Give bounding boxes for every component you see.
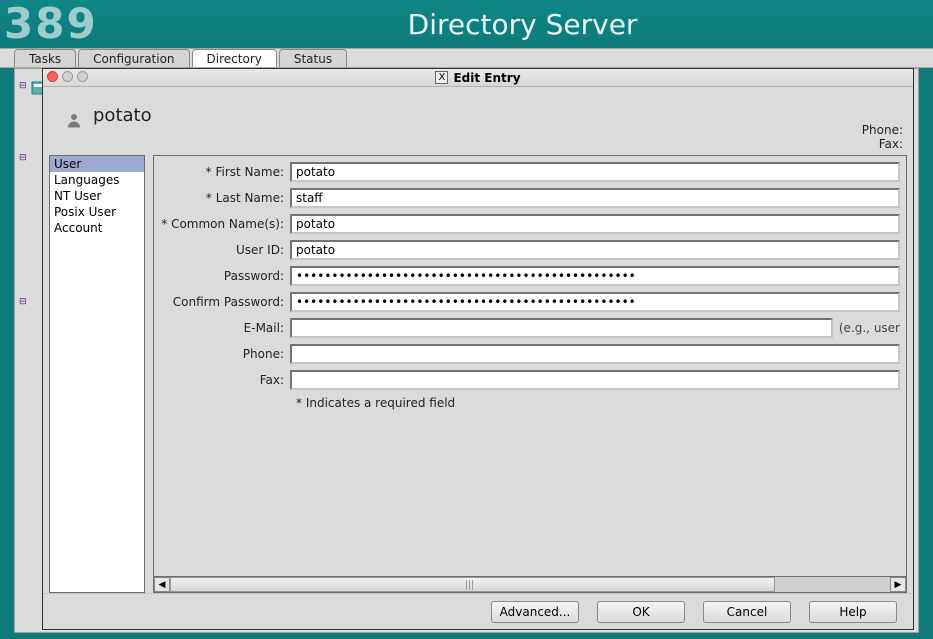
help-button[interactable]: Help: [809, 601, 897, 623]
brand-title: Directory Server: [408, 8, 638, 41]
tree-expand-icon[interactable]: ⊟: [19, 297, 33, 311]
window-zoom-button[interactable]: [77, 71, 88, 82]
tab-tasks[interactable]: Tasks: [14, 49, 76, 67]
category-languages[interactable]: Languages: [50, 172, 144, 188]
edit-entry-dialog: X Edit Entry potato Phone: Fax: User Lan…: [42, 68, 914, 630]
ok-button[interactable]: OK: [597, 601, 685, 623]
dialog-buttons: Advanced... OK Cancel Help: [43, 593, 913, 629]
entry-name: potato: [93, 105, 152, 126]
tab-configuration[interactable]: Configuration: [78, 49, 189, 67]
advanced-button[interactable]: Advanced...: [491, 601, 579, 623]
email-field[interactable]: [290, 318, 833, 338]
brand-logo: 389: [4, 3, 98, 45]
label-phone: Phone:: [160, 347, 290, 361]
category-list: User Languages NT User Posix User Accoun…: [49, 155, 145, 593]
header-phone-label: Phone:: [862, 123, 903, 137]
scroll-right-icon[interactable]: ▶: [890, 577, 906, 592]
tree-expand-icon[interactable]: ⊟: [19, 153, 33, 167]
label-last-name: * Last Name:: [160, 191, 290, 205]
tab-directory[interactable]: Directory: [192, 49, 277, 67]
dialog-titlebar[interactable]: X Edit Entry: [43, 69, 913, 87]
fax-field[interactable]: [290, 370, 900, 390]
label-password: Password:: [160, 269, 290, 283]
label-common-name: * Common Name(s):: [160, 217, 290, 231]
category-user[interactable]: User: [50, 156, 144, 172]
person-icon: [65, 111, 83, 129]
required-note: * Indicates a required field: [296, 396, 900, 410]
category-nt-user[interactable]: NT User: [50, 188, 144, 204]
window-minimize-button[interactable]: [62, 71, 73, 82]
last-name-field[interactable]: [290, 188, 900, 208]
entry-header: potato Phone: Fax:: [43, 87, 913, 155]
category-account[interactable]: Account: [50, 220, 144, 236]
label-email: E-Mail:: [160, 321, 290, 335]
scroll-thumb[interactable]: [170, 577, 775, 592]
scroll-track[interactable]: [170, 577, 890, 592]
tab-status[interactable]: Status: [279, 49, 347, 67]
header-fax-label: Fax:: [862, 137, 903, 151]
cancel-button[interactable]: Cancel: [703, 601, 791, 623]
label-fax: Fax:: [160, 373, 290, 387]
horizontal-scrollbar[interactable]: ◀ ▶: [154, 576, 906, 592]
label-first-name: * First Name:: [160, 165, 290, 179]
confirm-password-field[interactable]: [290, 292, 900, 312]
window-close-button[interactable]: [47, 71, 58, 82]
header-contact: Phone: Fax:: [862, 123, 903, 151]
dialog-title: Edit Entry: [453, 71, 520, 85]
x11-icon: X: [435, 71, 448, 84]
tab-strip: Tasks Configuration Directory Status: [0, 48, 933, 68]
scroll-left-icon[interactable]: ◀: [154, 577, 170, 592]
first-name-field[interactable]: [290, 162, 900, 182]
window-controls: [47, 71, 88, 82]
phone-field[interactable]: [290, 344, 900, 364]
label-confirm-password: Confirm Password:: [160, 295, 290, 309]
brand-bar: 389 Directory Server: [0, 0, 933, 48]
common-name-field[interactable]: [290, 214, 900, 234]
password-field[interactable]: [290, 266, 900, 286]
category-posix-user[interactable]: Posix User: [50, 204, 144, 220]
form-area: * First Name: * Last Name: * Common Name…: [153, 155, 907, 593]
email-hint: (e.g., user: [839, 321, 900, 335]
user-id-field[interactable]: [290, 240, 900, 260]
label-user-id: User ID:: [160, 243, 290, 257]
